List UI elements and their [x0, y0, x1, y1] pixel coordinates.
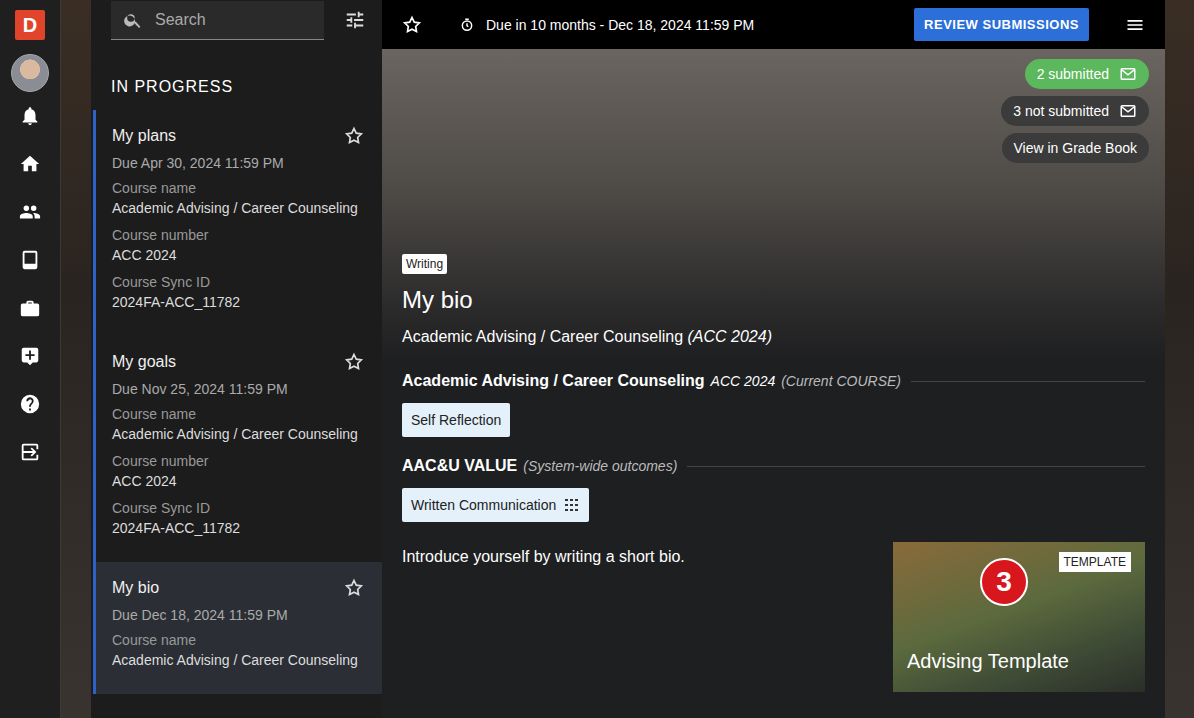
icon-rail: D: [0, 0, 61, 718]
item-due: Due Dec 18, 2024 11:59 PM: [112, 607, 364, 623]
item-due: Due Apr 30, 2024 11:59 PM: [112, 155, 364, 171]
help-icon: [19, 393, 41, 415]
section-heading: IN PROGRESS: [91, 40, 382, 110]
field-value: 2024FA-ACC_11782: [112, 518, 364, 538]
status-pills: 2 submitted 3 not submitted View in Grad…: [1001, 59, 1149, 163]
exit-icon: [19, 441, 41, 463]
note-button[interactable]: [6, 332, 54, 380]
template-tag: TEMPLATE: [1059, 552, 1131, 572]
item-title: My bio: [112, 579, 159, 597]
assignment-list: Search IN PROGRESS My plans Due Apr 30, …: [91, 0, 382, 718]
list-item[interactable]: My bio Due Dec 18, 2024 11:59 PM Course …: [93, 562, 382, 694]
field-value: 2024FA-ACC_11782: [112, 292, 364, 312]
field-value: ACC 2024: [112, 471, 364, 491]
home-button[interactable]: [6, 140, 54, 188]
filter-icon[interactable]: [344, 9, 366, 31]
search-field[interactable]: Search: [111, 1, 324, 40]
book-icon: [19, 249, 41, 271]
field-label: Course Sync ID: [112, 500, 364, 516]
list-item[interactable]: My plans Due Apr 30, 2024 11:59 PM Cours…: [93, 110, 382, 336]
briefcase-icon: [19, 297, 41, 319]
field-label: Course number: [112, 227, 364, 243]
people-button[interactable]: [6, 188, 54, 236]
outcome-group-heading: AAC&U VALUE (System-wide outcomes): [402, 457, 1145, 475]
book-button[interactable]: [6, 236, 54, 284]
briefcase-button[interactable]: [6, 284, 54, 332]
clock-icon: [460, 18, 474, 32]
bell-icon: [19, 105, 41, 127]
review-submissions-button[interactable]: REVIEW SUBMISSIONS: [914, 8, 1089, 41]
home-icon: [19, 153, 41, 175]
outcome-chip[interactable]: Self Reflection: [402, 403, 510, 437]
due-text: Due in 10 months - Dec 18, 2024 11:59 PM: [486, 17, 754, 33]
star-icon[interactable]: [344, 578, 364, 598]
exit-button[interactable]: [6, 428, 54, 476]
field-value: Academic Advising / Career Counseling: [112, 650, 364, 670]
logo[interactable]: D: [15, 10, 45, 40]
field-value: Academic Advising / Career Counseling: [112, 198, 364, 218]
list-item[interactable]: My goals Due Nov 25, 2024 11:59 PM Cours…: [93, 336, 382, 562]
assignment-detail: Due in 10 months - Dec 18, 2024 11:59 PM…: [382, 0, 1165, 718]
status-pill[interactable]: 2 submitted: [1025, 59, 1149, 89]
assignment-body: Academic Advising / Career Counseling AC…: [382, 360, 1165, 692]
assignment-title: My bio: [402, 286, 772, 314]
field-label: Course name: [112, 180, 364, 196]
item-title: My goals: [112, 353, 176, 371]
status-pill[interactable]: 3 not submitted: [1001, 96, 1149, 126]
count-badge: 3: [980, 558, 1028, 606]
note-icon: [19, 345, 41, 367]
background: [1165, 0, 1194, 718]
course-line: Academic Advising / Career Counseling (A…: [402, 328, 772, 346]
item-due: Due Nov 25, 2024 11:59 PM: [112, 381, 364, 397]
mail-icon: [1119, 102, 1137, 120]
rubric-icon: [564, 497, 580, 513]
avatar[interactable]: [11, 54, 49, 92]
star-icon[interactable]: [344, 126, 364, 146]
type-tag: Writing: [402, 254, 447, 274]
help-button[interactable]: [6, 380, 54, 428]
app-window: D Search IN PROGRESS My plans Due Apr 30…: [0, 0, 1194, 718]
background: [61, 0, 91, 718]
outcome-group: Academic Advising / Career Counseling AC…: [402, 372, 1145, 437]
field-label: Course Sync ID: [112, 274, 364, 290]
outcome-group-heading: Academic Advising / Career Counseling AC…: [402, 372, 1145, 390]
template-card[interactable]: TEMPLATE 3 Advising Template: [893, 542, 1145, 692]
top-bar: Due in 10 months - Dec 18, 2024 11:59 PM…: [382, 0, 1165, 49]
field-label: Course name: [112, 406, 364, 422]
template-title: Advising Template: [907, 650, 1069, 673]
description: Introduce yourself by writing a short bi…: [402, 548, 685, 566]
bell-button[interactable]: [6, 92, 54, 140]
search-placeholder: Search: [155, 11, 206, 29]
field-value: ACC 2024: [112, 245, 364, 265]
outcome-chip[interactable]: Written Communication: [402, 488, 589, 522]
field-label: Course number: [112, 453, 364, 469]
field-value: Academic Advising / Career Counseling: [112, 424, 364, 444]
search-icon: [123, 10, 143, 30]
mail-icon: [1119, 65, 1137, 83]
menu-icon[interactable]: [1125, 15, 1145, 35]
star-icon[interactable]: [344, 352, 364, 372]
outcome-group: AAC&U VALUE (System-wide outcomes) Writt…: [402, 457, 1145, 522]
grade-book-button[interactable]: View in Grade Book: [1002, 133, 1149, 163]
star-icon[interactable]: [402, 15, 422, 35]
item-title: My plans: [112, 127, 176, 145]
people-icon: [19, 201, 41, 223]
hero-banner: 2 submitted 3 not submitted View in Grad…: [382, 49, 1165, 360]
search-row: Search: [91, 0, 382, 40]
field-label: Course name: [112, 632, 364, 648]
